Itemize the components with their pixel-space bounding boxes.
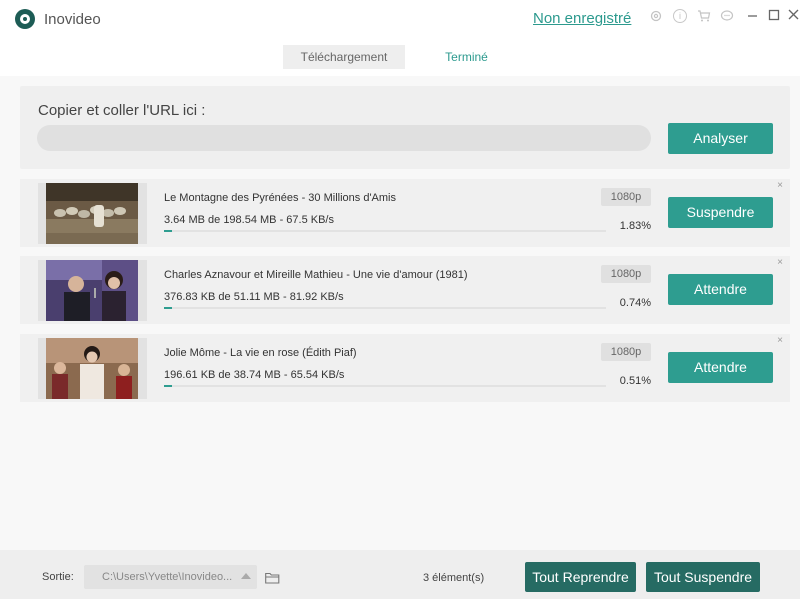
analyze-button[interactable]: Analyser bbox=[668, 123, 773, 154]
register-link[interactable]: Non enregistré bbox=[533, 10, 631, 27]
download-item: Charles Aznavour et Mireille Mathieu - U… bbox=[20, 256, 790, 324]
tab-finished[interactable]: Terminé bbox=[405, 45, 528, 69]
cart-icon[interactable] bbox=[697, 9, 711, 23]
progress-bar-fill bbox=[164, 307, 172, 309]
wait-button[interactable]: Attendre bbox=[668, 274, 773, 305]
title-bar: Inovideo Non enregistré i bbox=[0, 0, 800, 38]
suspend-all-button[interactable]: Tout Suspendre bbox=[646, 562, 760, 592]
quality-badge: 1080p bbox=[601, 188, 651, 206]
app-name: Inovideo bbox=[44, 11, 101, 28]
download-percent: 0.51% bbox=[619, 375, 651, 387]
download-title: Le Montagne des Pyrénées - 30 Millions d… bbox=[164, 192, 396, 204]
url-label: Copier et coller l'URL ici : bbox=[38, 102, 206, 119]
download-progress-text: 196.61 KB de 38.74 MB - 65.54 KB/s bbox=[164, 369, 345, 381]
url-input[interactable] bbox=[37, 125, 651, 151]
singers-duet-thumbnail bbox=[46, 260, 138, 321]
group-performance-thumbnail bbox=[46, 338, 138, 399]
footer-bar: Sortie: C:\Users\Yvette\Inovideo... 3 él… bbox=[0, 550, 800, 599]
close-button[interactable] bbox=[786, 7, 800, 23]
download-item: Le Montagne des Pyrénées - 30 Millions d… bbox=[20, 179, 790, 247]
gear-icon[interactable] bbox=[649, 9, 663, 23]
resume-all-button[interactable]: Tout Reprendre bbox=[525, 562, 636, 592]
close-icon[interactable]: × bbox=[775, 336, 785, 346]
download-title: Charles Aznavour et Mireille Mathieu - U… bbox=[164, 269, 468, 281]
app-logo-icon bbox=[15, 9, 35, 29]
item-count: 3 élément(s) bbox=[423, 572, 485, 584]
chat-icon[interactable] bbox=[720, 9, 734, 23]
minimize-button[interactable] bbox=[745, 7, 761, 23]
wait-button[interactable]: Attendre bbox=[668, 352, 773, 383]
tab-downloading[interactable]: Téléchargement bbox=[283, 45, 405, 69]
progress-bar-fill bbox=[164, 230, 173, 232]
download-progress-text: 3.64 MB de 198.54 MB - 67.5 KB/s bbox=[164, 214, 334, 226]
thumbnail-frame bbox=[38, 183, 147, 244]
info-icon[interactable]: i bbox=[673, 9, 687, 23]
close-icon[interactable]: × bbox=[775, 181, 785, 191]
caret-up-icon[interactable] bbox=[241, 573, 251, 579]
progress-bar-fill bbox=[164, 385, 172, 387]
tab-bar: Téléchargement Terminé bbox=[283, 45, 528, 69]
download-percent: 1.83% bbox=[619, 220, 651, 232]
output-path: C:\Users\Yvette\Inovideo... bbox=[102, 571, 233, 583]
output-path-field[interactable]: C:\Users\Yvette\Inovideo... bbox=[84, 565, 257, 589]
suspend-button[interactable]: Suspendre bbox=[668, 197, 773, 228]
progress-bar bbox=[164, 385, 606, 387]
quality-badge: 1080p bbox=[601, 343, 651, 361]
thumbnail-frame bbox=[38, 338, 147, 399]
folder-icon[interactable] bbox=[265, 571, 280, 584]
download-item: Jolie Môme - La vie en rose (Édith Piaf)… bbox=[20, 334, 790, 402]
url-panel: Copier et coller l'URL ici : Analyser bbox=[20, 86, 790, 169]
download-percent: 0.74% bbox=[619, 297, 651, 309]
download-progress-text: 376.83 KB de 51.11 MB - 81.92 KB/s bbox=[164, 291, 344, 303]
download-title: Jolie Môme - La vie en rose (Édith Piaf) bbox=[164, 347, 357, 359]
progress-bar bbox=[164, 230, 606, 232]
progress-bar bbox=[164, 307, 606, 309]
sheep-flock-thumbnail bbox=[46, 183, 138, 244]
thumbnail-frame bbox=[38, 260, 147, 321]
close-icon[interactable]: × bbox=[775, 258, 785, 268]
quality-badge: 1080p bbox=[601, 265, 651, 283]
output-label: Sortie: bbox=[42, 571, 74, 583]
maximize-button[interactable] bbox=[766, 7, 782, 23]
